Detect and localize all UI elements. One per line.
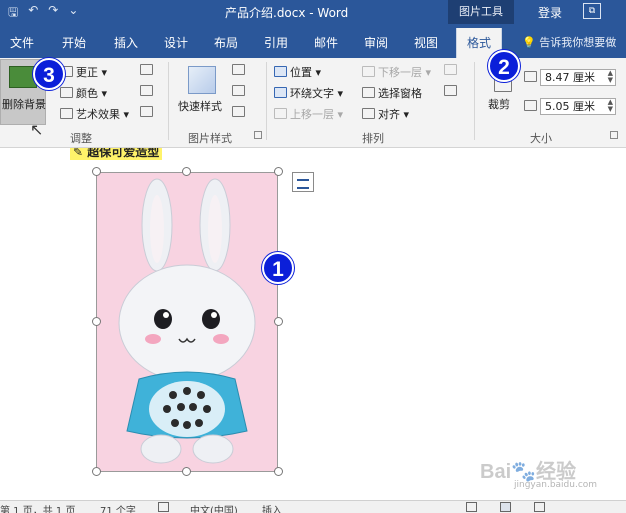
arrange-group-label: 排列 — [362, 132, 384, 145]
baidu-watermark-url: jingyan.baidu.com — [514, 480, 598, 490]
group-divider — [168, 62, 169, 140]
size-group-label: 大小 — [530, 132, 552, 145]
read-mode-icon[interactable] — [466, 502, 477, 512]
wrap-text-icon — [274, 87, 287, 98]
language-indicator[interactable]: 中文(中国) — [190, 502, 238, 513]
window-title: 产品介绍.docx - Word — [225, 6, 349, 20]
align-button[interactable]: 对齐 ▾ — [362, 106, 409, 122]
artistic-effects-icon — [60, 108, 73, 119]
wrap-text-button[interactable]: 环绕文字 ▾ — [274, 85, 343, 101]
resize-handle[interactable] — [92, 467, 101, 476]
crop-button[interactable]: 裁剪 — [488, 96, 510, 112]
picture-tools-context-label: 图片工具 — [448, 0, 514, 24]
rotate-icon[interactable] — [444, 85, 457, 96]
picture-styles-launcher-icon[interactable] — [254, 131, 262, 139]
quick-access-toolbar: 🖫 ↶ ↷ ⌄ — [8, 3, 78, 24]
document-heading[interactable]: ✎ 超保可爱造型 — [70, 148, 163, 160]
undo-icon[interactable]: ↶ — [28, 3, 38, 24]
status-bar: 第 1 页，共 1 页 71 个字 中文(中国) 插入 — [0, 500, 626, 513]
resize-handle[interactable] — [274, 467, 283, 476]
document-area[interactable]: ✎ 超保可爱造型 — [0, 148, 626, 500]
redo-icon[interactable]: ↷ — [48, 3, 58, 24]
quick-styles-button[interactable]: 快速样式 — [178, 98, 222, 114]
callout-badge-2: 2 — [488, 50, 520, 82]
picture-effects-icon[interactable] — [232, 85, 245, 96]
callout-badge-3: 3 — [33, 58, 65, 90]
selection-pane-icon — [362, 87, 375, 98]
group-divider — [266, 62, 267, 140]
width-spinner-icon[interactable]: ▲ ▼ — [608, 99, 613, 113]
ribbon: 删除背景 更正 ▾ 颜色 ▾ 艺术效果 ▾ 调整 快速样式 图片样式 位置 ▾ … — [0, 58, 626, 148]
tab-mailings[interactable]: 邮件 — [314, 34, 338, 51]
tab-insert[interactable]: 插入 — [114, 34, 138, 51]
picture-layout-icon[interactable] — [232, 106, 245, 117]
selection-pane-button[interactable]: 选择窗格 — [362, 85, 422, 101]
compress-pictures-icon[interactable] — [140, 64, 153, 75]
position-icon — [274, 66, 287, 77]
change-picture-icon[interactable] — [140, 85, 153, 96]
print-layout-icon[interactable] — [500, 502, 511, 512]
picture-border-icon[interactable] — [232, 64, 245, 75]
height-spinner-icon[interactable]: ▲ ▼ — [608, 70, 613, 84]
tab-references[interactable]: 引用 — [264, 34, 288, 51]
tell-me-search[interactable]: 💡 告诉我你想要做 — [522, 34, 616, 50]
remove-background-label: 删除背景 — [2, 98, 46, 111]
size-launcher-icon[interactable] — [610, 131, 618, 139]
page-count[interactable]: 第 1 页，共 1 页 — [0, 502, 75, 513]
login-button[interactable]: 登录 — [538, 4, 562, 21]
position-button[interactable]: 位置 ▾ — [274, 64, 321, 80]
reset-picture-icon[interactable] — [140, 106, 153, 117]
resize-handle[interactable] — [92, 167, 101, 176]
tab-file[interactable]: 文件 — [10, 34, 34, 51]
send-backward-icon — [362, 66, 375, 77]
web-layout-icon[interactable] — [534, 502, 545, 512]
resize-handle[interactable] — [274, 317, 283, 326]
artistic-effects-button[interactable]: 艺术效果 ▾ — [60, 106, 129, 122]
shape-height-icon — [524, 71, 537, 82]
tab-home[interactable]: 开始 — [62, 34, 86, 51]
mouse-cursor-icon: ↖ — [30, 120, 44, 139]
insert-mode[interactable]: 插入 — [262, 502, 282, 513]
send-backward-button[interactable]: 下移一层 ▾ — [362, 64, 431, 80]
shape-height-input[interactable]: 8.47 厘米 ▲ ▼ — [540, 69, 616, 86]
word-count[interactable]: 71 个字 — [100, 502, 136, 513]
resize-handle[interactable] — [274, 167, 283, 176]
ribbon-display-options-button[interactable]: ⧉ — [583, 3, 601, 19]
tab-view[interactable]: 视图 — [414, 34, 438, 51]
picture-styles-group-label: 图片样式 — [188, 132, 232, 145]
selected-picture[interactable] — [96, 172, 278, 472]
quick-styles-icon[interactable] — [188, 66, 216, 94]
customize-qat-icon[interactable]: ⌄ — [68, 3, 78, 24]
color-button[interactable]: 颜色 ▾ — [60, 85, 107, 101]
tab-layout[interactable]: 布局 — [214, 34, 238, 51]
shape-width-icon — [524, 100, 537, 111]
color-icon — [60, 87, 73, 98]
shape-width-input[interactable]: 5.05 厘米 ▲ ▼ — [540, 98, 616, 115]
resize-handle[interactable] — [182, 467, 191, 476]
tab-design[interactable]: 设计 — [164, 34, 188, 51]
resize-handle[interactable] — [182, 167, 191, 176]
callout-badge-1: 1 — [262, 252, 294, 284]
save-icon[interactable]: 🖫 — [8, 3, 18, 24]
resize-handle[interactable] — [92, 317, 101, 326]
group-objects-icon[interactable] — [444, 64, 457, 75]
title-bar: 🖫 ↶ ↷ ⌄ 产品介绍.docx - Word 图片工具 登录 ⧉ — [0, 0, 626, 24]
bring-forward-icon — [274, 108, 287, 119]
bunny-toy-image — [97, 173, 277, 471]
adjust-group-label: 调整 — [70, 132, 92, 145]
bring-forward-button[interactable]: 上移一层 ▾ — [274, 106, 343, 122]
proofing-icon[interactable] — [158, 502, 169, 512]
tab-review[interactable]: 审阅 — [364, 34, 388, 51]
ribbon-tab-bar: 文件 开始 插入 设计 布局 引用 邮件 审阅 视图 格式 💡 告诉我你想要做 — [0, 24, 626, 58]
layout-options-icon[interactable] — [292, 172, 314, 192]
group-divider — [474, 62, 475, 140]
align-icon — [362, 108, 375, 119]
corrections-button[interactable]: 更正 ▾ — [60, 64, 107, 80]
